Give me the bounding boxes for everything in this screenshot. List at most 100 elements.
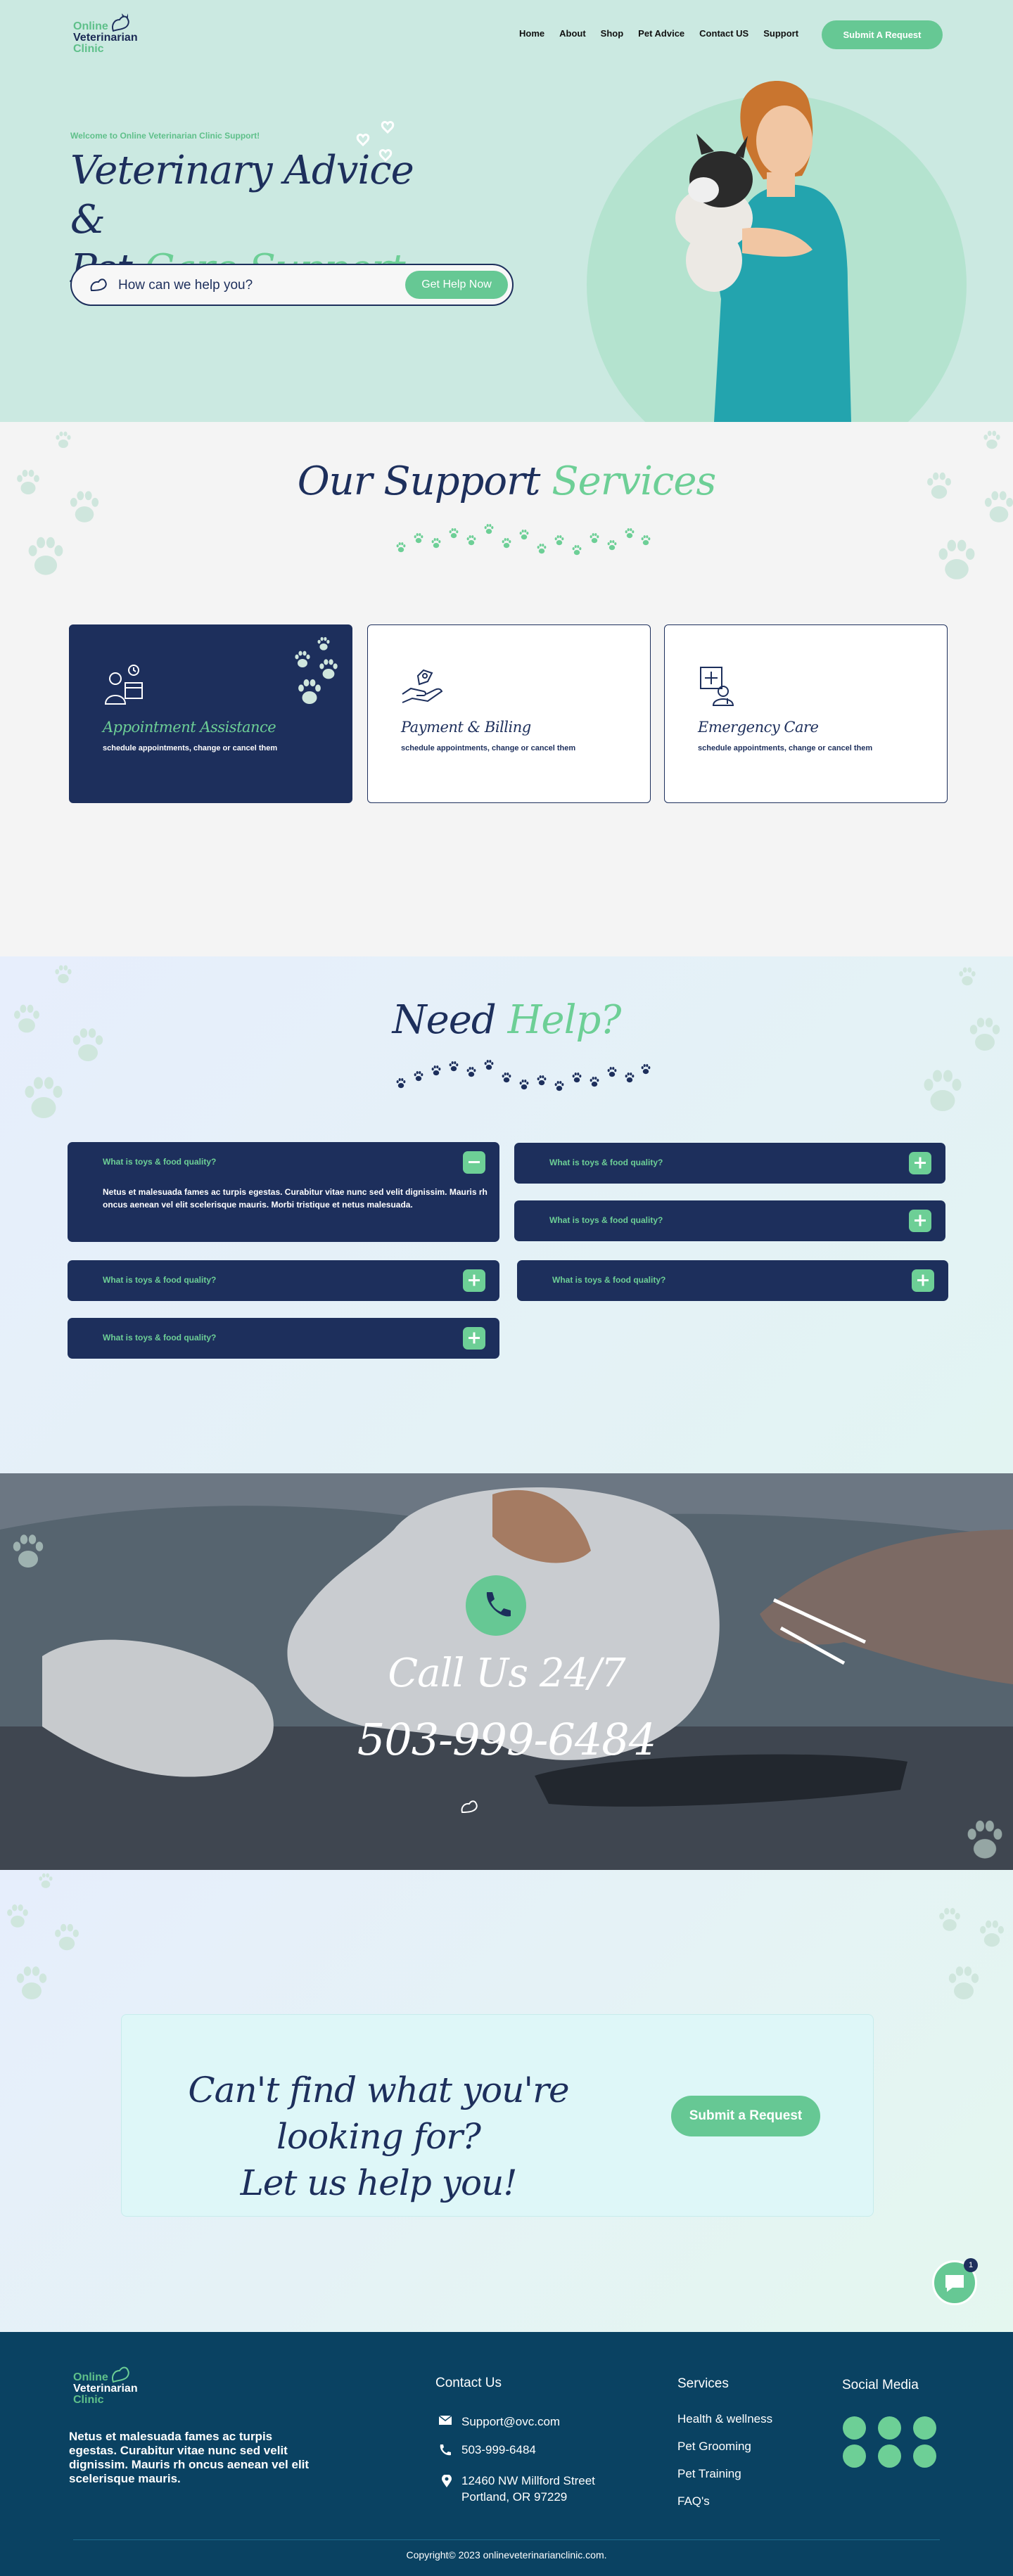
- submit-request-cta-button[interactable]: Submit a Request: [671, 2096, 820, 2136]
- facebook-icon[interactable]: [913, 2416, 936, 2440]
- paw-decoration-right-icon: [939, 1908, 1004, 1999]
- paw-trail-icon: [396, 524, 651, 556]
- welcome-text: Welcome to Online Veterinarian Clinic Su…: [70, 131, 260, 141]
- brand-line-1: Online: [73, 20, 108, 32]
- brand-logo[interactable]: Online Veterinarian Clinic: [73, 13, 151, 59]
- footer-service-link[interactable]: FAQ's: [677, 2494, 710, 2508]
- call-label: Call Us 24/7: [388, 1651, 625, 1696]
- call-number[interactable]: 503-999-6484: [0, 1714, 1013, 1765]
- faq-question: What is toys & food quality?: [552, 1275, 666, 1285]
- copyright-text: Copyright© 2023 onlineveterinarianclinic…: [406, 2549, 607, 2561]
- medical-kit-icon: [700, 667, 734, 706]
- paw-decoration-left-icon: [17, 431, 99, 575]
- faq-item-open[interactable]: What is toys & food quality? Netus et ma…: [68, 1142, 499, 1242]
- help-search-bar: How can we help you? Get Help Now: [70, 264, 514, 306]
- footer-logo[interactable]: Online Veterinarian Clinic: [73, 2364, 151, 2410]
- brand-line-2: Veterinarian: [73, 32, 138, 44]
- footer-service-link[interactable]: Pet Training: [677, 2467, 741, 2481]
- service-card-desc: schedule appointments, change or cancel …: [698, 744, 873, 752]
- instagram-icon[interactable]: [878, 2416, 901, 2440]
- vet-with-puppy-image: [675, 81, 851, 422]
- email-text: Support@ovc.com: [461, 2415, 561, 2428]
- service-card-emergency[interactable]: Emergency Care schedule appointments, ch…: [664, 624, 948, 803]
- expand-icon[interactable]: [909, 1210, 931, 1232]
- footer-phone[interactable]: 503-999-6484: [439, 2442, 536, 2458]
- chat-widget-button[interactable]: 1: [932, 2258, 978, 2305]
- collapse-icon[interactable]: [463, 1151, 485, 1174]
- faq-item[interactable]: What is toys & food quality?: [514, 1200, 945, 1241]
- services-heading: Services: [677, 2376, 729, 2391]
- faq-item[interactable]: What is toys & food quality?: [68, 1260, 499, 1301]
- services-title: Our Support Services: [0, 459, 1013, 504]
- expand-icon[interactable]: [463, 1269, 485, 1292]
- paw-decoration-left-icon: [13, 965, 103, 1118]
- footer-service-link[interactable]: Pet Grooming: [677, 2440, 751, 2454]
- faq-question: What is toys & food quality?: [103, 1157, 217, 1167]
- cat-logo-icon: [112, 13, 129, 32]
- brand-line-3: Clinic: [73, 2394, 104, 2406]
- location-pin-icon: [442, 2475, 452, 2487]
- nav-about[interactable]: About: [559, 28, 586, 39]
- phone-call-icon[interactable]: [466, 1575, 526, 1636]
- main-menu: Home About Shop Pet Advice Contact US Su…: [519, 28, 813, 39]
- cta-section: Can't find what you're looking for? Let …: [0, 1870, 1013, 2332]
- nav-shop[interactable]: Shop: [601, 28, 624, 39]
- footer-service-link[interactable]: Health & wellness: [677, 2412, 772, 2426]
- phone-text: 503-999-6484: [461, 2443, 536, 2456]
- services-title-highlight: Services: [552, 459, 716, 504]
- service-card-appointment[interactable]: Appointment Assistance schedule appointm…: [69, 624, 352, 803]
- twitter-icon[interactable]: [843, 2416, 866, 2440]
- nav-contact-us[interactable]: Contact US: [699, 28, 748, 39]
- service-card-payment[interactable]: Payment & Billing schedule appointments,…: [367, 624, 651, 803]
- doctor-calendar-icon: [104, 665, 143, 705]
- nav-pet-advice[interactable]: Pet Advice: [638, 28, 684, 39]
- service-card-title: Emergency Care: [698, 719, 819, 736]
- cat-logo-icon: [112, 2366, 129, 2383]
- mail-icon: [439, 2416, 452, 2425]
- nav-home[interactable]: Home: [519, 28, 544, 39]
- address-line1: 12460 NW Millford Street: [461, 2474, 595, 2487]
- faq-title: Need Help?: [0, 997, 1013, 1043]
- paw-decoration-right-icon: [927, 430, 1013, 579]
- faq-question: What is toys & food quality?: [549, 1215, 663, 1225]
- cta-title-line2: Let us help you!: [240, 2162, 518, 2203]
- cta-title: Can't find what you're looking for? Let …: [136, 2067, 621, 2206]
- service-card-title: Payment & Billing: [401, 719, 531, 736]
- footer-about-text: Netus et malesuada fames ac turpis egest…: [69, 2430, 310, 2485]
- cta-box: Can't find what you're looking for? Let …: [121, 2014, 874, 2217]
- nav-support[interactable]: Support: [763, 28, 798, 39]
- service-card-title: Appointment Assistance: [103, 719, 276, 736]
- expand-icon[interactable]: [463, 1327, 485, 1350]
- address-line2: Portland, OR 97229: [461, 2490, 568, 2504]
- expand-icon[interactable]: [909, 1152, 931, 1174]
- faq-title-highlight: Help?: [507, 997, 622, 1043]
- chat-icon[interactable]: [878, 2444, 901, 2468]
- cat-search-icon: [90, 278, 107, 292]
- social-heading: Social Media: [842, 2378, 919, 2392]
- faq-item[interactable]: What is toys & food quality?: [517, 1260, 948, 1301]
- cta-title-line1: Can't find what you're looking for?: [188, 2070, 569, 2157]
- faq-question: What is toys & food quality?: [103, 1333, 217, 1343]
- faq-question: What is toys & food quality?: [549, 1158, 663, 1167]
- brand-line-3: Clinic: [73, 43, 104, 55]
- faq-title-main: Need: [392, 997, 497, 1043]
- chat-unread-badge: 1: [964, 2258, 978, 2272]
- faq-item[interactable]: What is toys & food quality?: [68, 1318, 499, 1359]
- faq-answer: Netus et malesuada fames ac turpis egest…: [103, 1187, 488, 1210]
- faq-item[interactable]: What is toys & food quality?: [514, 1143, 945, 1184]
- expand-icon[interactable]: [912, 1269, 934, 1292]
- paw-decoration-icon: [295, 636, 338, 704]
- brand-line-2: Veterinarian: [73, 2383, 138, 2395]
- cat-small-icon: [461, 1800, 478, 1814]
- telegram-icon[interactable]: [843, 2444, 866, 2468]
- search-input[interactable]: How can we help you?: [118, 278, 253, 293]
- get-help-button[interactable]: Get Help Now: [405, 271, 508, 299]
- paw-decoration-right-icon: [924, 967, 1000, 1111]
- phone-icon: [440, 2444, 451, 2456]
- hearts-decoration-icon: [356, 121, 395, 162]
- footer-email[interactable]: Support@ovc.com: [439, 2414, 560, 2430]
- service-card-desc: schedule appointments, change or cancel …: [401, 744, 576, 752]
- service-card-desc: schedule appointments, change or cancel …: [103, 744, 278, 752]
- submit-request-button[interactable]: Submit A Request: [822, 20, 943, 49]
- discord-icon[interactable]: [913, 2444, 936, 2468]
